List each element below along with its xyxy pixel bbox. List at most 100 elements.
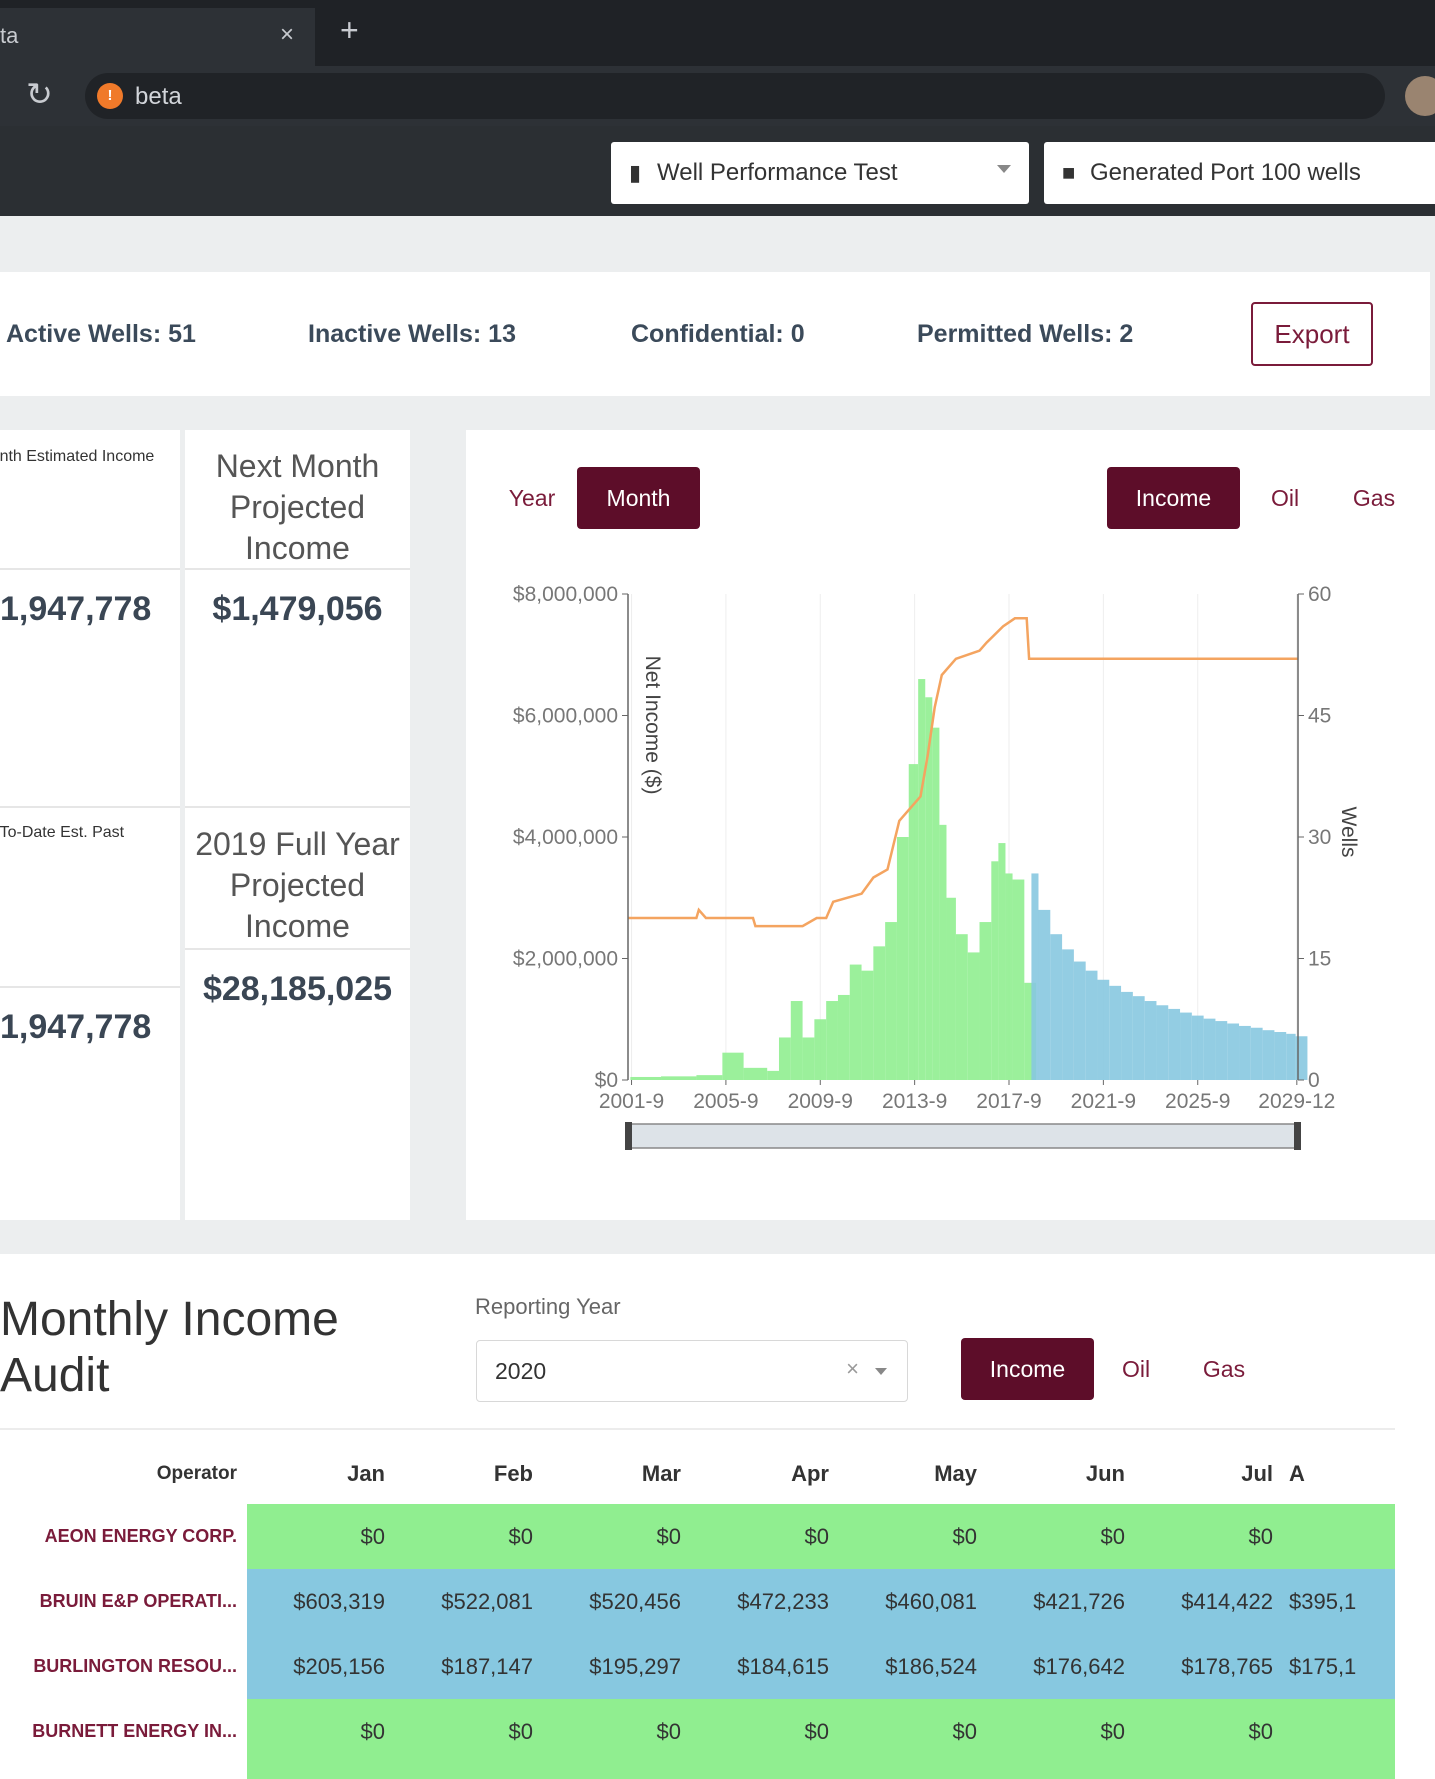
- table-row[interactable]: BURNETT ENERGY IN... $0 $0 $0 $0 $0 $0 $0: [0, 1699, 1395, 1764]
- url-text: beta: [135, 83, 182, 110]
- ytd-income-label: 19 Year-To-Date Est. Past Income: [0, 824, 125, 841]
- income-bar: [1203, 1018, 1216, 1080]
- table-row[interactable]: BRUIN E&P OPERATI... $603,319 $522,081 $520…: [0, 1569, 1395, 1634]
- x-tick-label: 2029-12: [1258, 1090, 1335, 1113]
- table-row[interactable]: AEON ENERGY CORP. $0 $0 $0 $0 $0 $0 $0: [0, 1504, 1395, 1569]
- y2-tick-label: 60: [1308, 583, 1331, 606]
- next-month-income-value: $1,479,056: [212, 590, 383, 628]
- income-cell: $0: [247, 1764, 395, 1779]
- column-header[interactable]: Jan: [247, 1444, 395, 1504]
- operator-link[interactable]: BURNETT ENERGY IN...: [0, 1699, 247, 1764]
- income-cell: $184,615: [691, 1634, 839, 1699]
- income-cell: $0: [987, 1699, 1135, 1764]
- clear-icon[interactable]: ×: [846, 1356, 859, 1382]
- x-tick-label: 2021-9: [1071, 1090, 1136, 1113]
- column-header[interactable]: Mar: [543, 1444, 691, 1504]
- profile-avatar[interactable]: [1405, 76, 1435, 116]
- audit-oil-button[interactable]: Oil: [1104, 1338, 1168, 1400]
- income-cell: $0: [543, 1764, 691, 1779]
- income-bar: [743, 1067, 768, 1080]
- operator-link[interactable]: BRUIN E&P OPERATI...: [0, 1569, 247, 1634]
- income-cell: $603,319: [247, 1569, 395, 1634]
- income-bar: [979, 922, 992, 1080]
- operator-link[interactable]: BURLINGTON RESOU...: [0, 1634, 247, 1699]
- x-tick-label: 2013-9: [882, 1090, 947, 1113]
- income-bar: [814, 1019, 827, 1080]
- browser-tab-bar: ta × +: [0, 0, 1435, 66]
- income-bar: [1097, 979, 1110, 1080]
- income-cell: $0: [395, 1699, 543, 1764]
- column-header[interactable]: A: [1283, 1444, 1395, 1504]
- oil-toggle-button[interactable]: Oil: [1250, 467, 1320, 529]
- operator-link[interactable]: CALVERT PETROLEU...: [0, 1764, 247, 1779]
- app-header: ▮ Well Performance Test ■ Generated Port…: [0, 126, 1435, 216]
- column-header[interactable]: May: [839, 1444, 987, 1504]
- audit-gas-button[interactable]: Gas: [1186, 1338, 1262, 1400]
- reporting-year-select[interactable]: 2020 ×: [476, 1340, 908, 1402]
- divider: [0, 806, 180, 808]
- year-toggle-button[interactable]: Year: [486, 467, 578, 529]
- analysis-select[interactable]: ▮ Well Performance Test: [611, 142, 1029, 204]
- income-bar: [1227, 1023, 1240, 1080]
- range-slider-track[interactable]: [627, 1123, 1299, 1149]
- income-bar: [1168, 1008, 1181, 1080]
- divider: [0, 568, 180, 570]
- x-tick-label: 2017-9: [976, 1090, 1041, 1113]
- address-bar[interactable]: ! beta: [85, 73, 1385, 119]
- gas-toggle-button[interactable]: Gas: [1338, 467, 1410, 529]
- browser-tab[interactable]: ta ×: [0, 8, 315, 66]
- portfolio-select[interactable]: ■ Generated Port 100 wells: [1044, 142, 1435, 204]
- income-bar: [932, 727, 940, 1080]
- close-tab-icon[interactable]: ×: [280, 21, 294, 49]
- income-bar: [778, 1037, 791, 1080]
- analysis-select-value: Well Performance Test: [657, 159, 898, 186]
- income-cell: $0: [1135, 1699, 1283, 1764]
- income-bar: [885, 922, 897, 1080]
- range-slider-handle-end[interactable]: [1294, 1122, 1301, 1150]
- income-cell: $421,726: [987, 1569, 1135, 1634]
- column-header[interactable]: Operator: [0, 1444, 247, 1504]
- y-tick-label: $2,000,000: [513, 948, 618, 971]
- export-button[interactable]: Export: [1251, 302, 1373, 366]
- table-row[interactable]: CALVERT PETROLEU...$0$0$0$0$0$0$0: [0, 1764, 1395, 1779]
- income-bar: [908, 764, 919, 1080]
- full-year-income-label: 2019 Full Year Projected Income: [195, 826, 400, 944]
- income-cell: $178,765: [1135, 1634, 1283, 1699]
- income-wells-chart: $8,000,000 $6,000,000 $4,000,000 $2,000,000…: [513, 583, 1360, 1150]
- income-bar: [1191, 1015, 1204, 1080]
- column-header[interactable]: Jun: [987, 1444, 1135, 1504]
- income-bar: [1144, 1001, 1157, 1080]
- income-bar: [802, 1037, 815, 1080]
- table-row[interactable]: BURLINGTON RESOU... $205,156 $187,147 $195,…: [0, 1634, 1395, 1699]
- column-header[interactable]: Apr: [691, 1444, 839, 1504]
- income-bar: [661, 1076, 697, 1080]
- y-axis-label: Net Income ($): [641, 656, 664, 795]
- income-cell: $472,233: [691, 1569, 839, 1634]
- column-header[interactable]: Feb: [395, 1444, 543, 1504]
- y-tick-label: $4,000,000: [513, 826, 618, 849]
- tab-title: ta: [0, 23, 19, 48]
- reload-icon[interactable]: ↻: [26, 75, 53, 113]
- x-tick-label: 2025-9: [1165, 1090, 1230, 1113]
- month-toggle-button[interactable]: Month: [577, 467, 700, 529]
- income-bar: [1038, 909, 1051, 1080]
- y2-tick-label: 45: [1308, 705, 1331, 728]
- income-bar: [939, 824, 947, 1080]
- new-tab-icon[interactable]: +: [340, 14, 359, 46]
- income-toggle-button[interactable]: Income: [1107, 467, 1240, 529]
- income-bar: [946, 897, 956, 1080]
- x-tick-label: 2005-9: [693, 1090, 758, 1113]
- column-header[interactable]: Jul: [1135, 1444, 1283, 1504]
- range-slider-handle-start[interactable]: [625, 1122, 632, 1150]
- income-cell: $176,642: [987, 1634, 1135, 1699]
- audit-income-button[interactable]: Income: [961, 1338, 1094, 1400]
- income-bar: [849, 964, 862, 1080]
- operator-link[interactable]: AEON ENERGY CORP.: [0, 1504, 247, 1569]
- reporting-year-label: Reporting Year: [475, 1294, 621, 1319]
- chevron-down-icon: [997, 165, 1011, 173]
- divider: [185, 806, 410, 808]
- income-bar: [1050, 934, 1063, 1080]
- full-year-income-value: $28,185,025: [202, 970, 393, 1008]
- income-bar: [722, 1052, 744, 1080]
- table-header-row: Operator Jan Feb Mar Apr May Jun Jul A: [0, 1444, 1395, 1504]
